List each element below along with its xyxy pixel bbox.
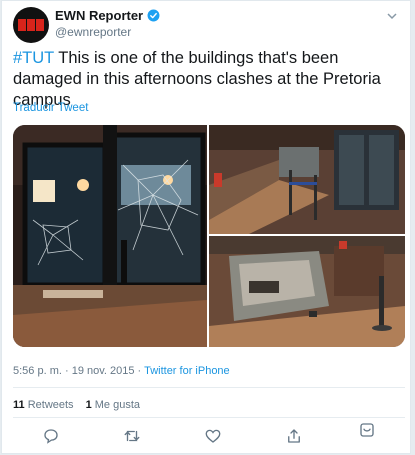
damaged-cafeteria-counter-photo[interactable] (209, 125, 405, 234)
divider (13, 417, 405, 418)
retweets-stat[interactable]: 11 Retweets (13, 399, 74, 411)
tweet-stats: 11 Retweets 1 Me gusta (13, 399, 140, 411)
meta-separator: · (134, 365, 145, 377)
retweets-label: Retweets (27, 399, 74, 411)
tweet-source-link[interactable]: Twitter for iPhone (144, 365, 230, 377)
tweet-card: EWN Reporter @ewnreporter #TUT This is o… (1, 0, 411, 454)
chevron-down-icon[interactable] (386, 10, 398, 22)
media-grid (13, 125, 405, 347)
tweet-time[interactable]: 5:56 p. m. (13, 365, 62, 377)
share-icon[interactable] (285, 427, 303, 445)
retweet-icon[interactable] (123, 427, 141, 445)
author-name[interactable]: EWN Reporter (55, 8, 143, 23)
likes-stat[interactable]: 1 Me gusta (86, 399, 140, 411)
divider (13, 387, 405, 388)
analytics-icon[interactable] (358, 421, 376, 439)
tweet-body: This is one of the buildings that's been… (13, 49, 381, 109)
translate-tweet-link[interactable]: Traducir Tweet (13, 102, 88, 114)
author-handle[interactable]: @ewnreporter (55, 25, 131, 39)
avatar[interactable] (13, 7, 49, 43)
hashtag-link[interactable]: #TUT (13, 49, 54, 67)
tweet-actions (42, 423, 382, 445)
reply-icon[interactable] (42, 427, 60, 445)
like-icon[interactable] (204, 427, 222, 445)
meta-separator: · (61, 365, 72, 377)
shattered-glass-door-photo[interactable] (13, 125, 207, 347)
retweets-count: 11 (13, 399, 25, 411)
author-row[interactable]: EWN Reporter (55, 8, 160, 23)
likes-label: Me gusta (94, 399, 140, 411)
likes-count: 1 (85, 399, 92, 411)
verified-badge-icon (147, 9, 160, 22)
tweet-meta: 5:56 p. m. · 19 nov. 2015 · Twitter for … (13, 365, 230, 377)
overturned-display-fridge-photo[interactable] (209, 236, 405, 347)
ewn-logo-icon (18, 19, 44, 31)
tweet-date[interactable]: 19 nov. 2015 (72, 365, 135, 377)
